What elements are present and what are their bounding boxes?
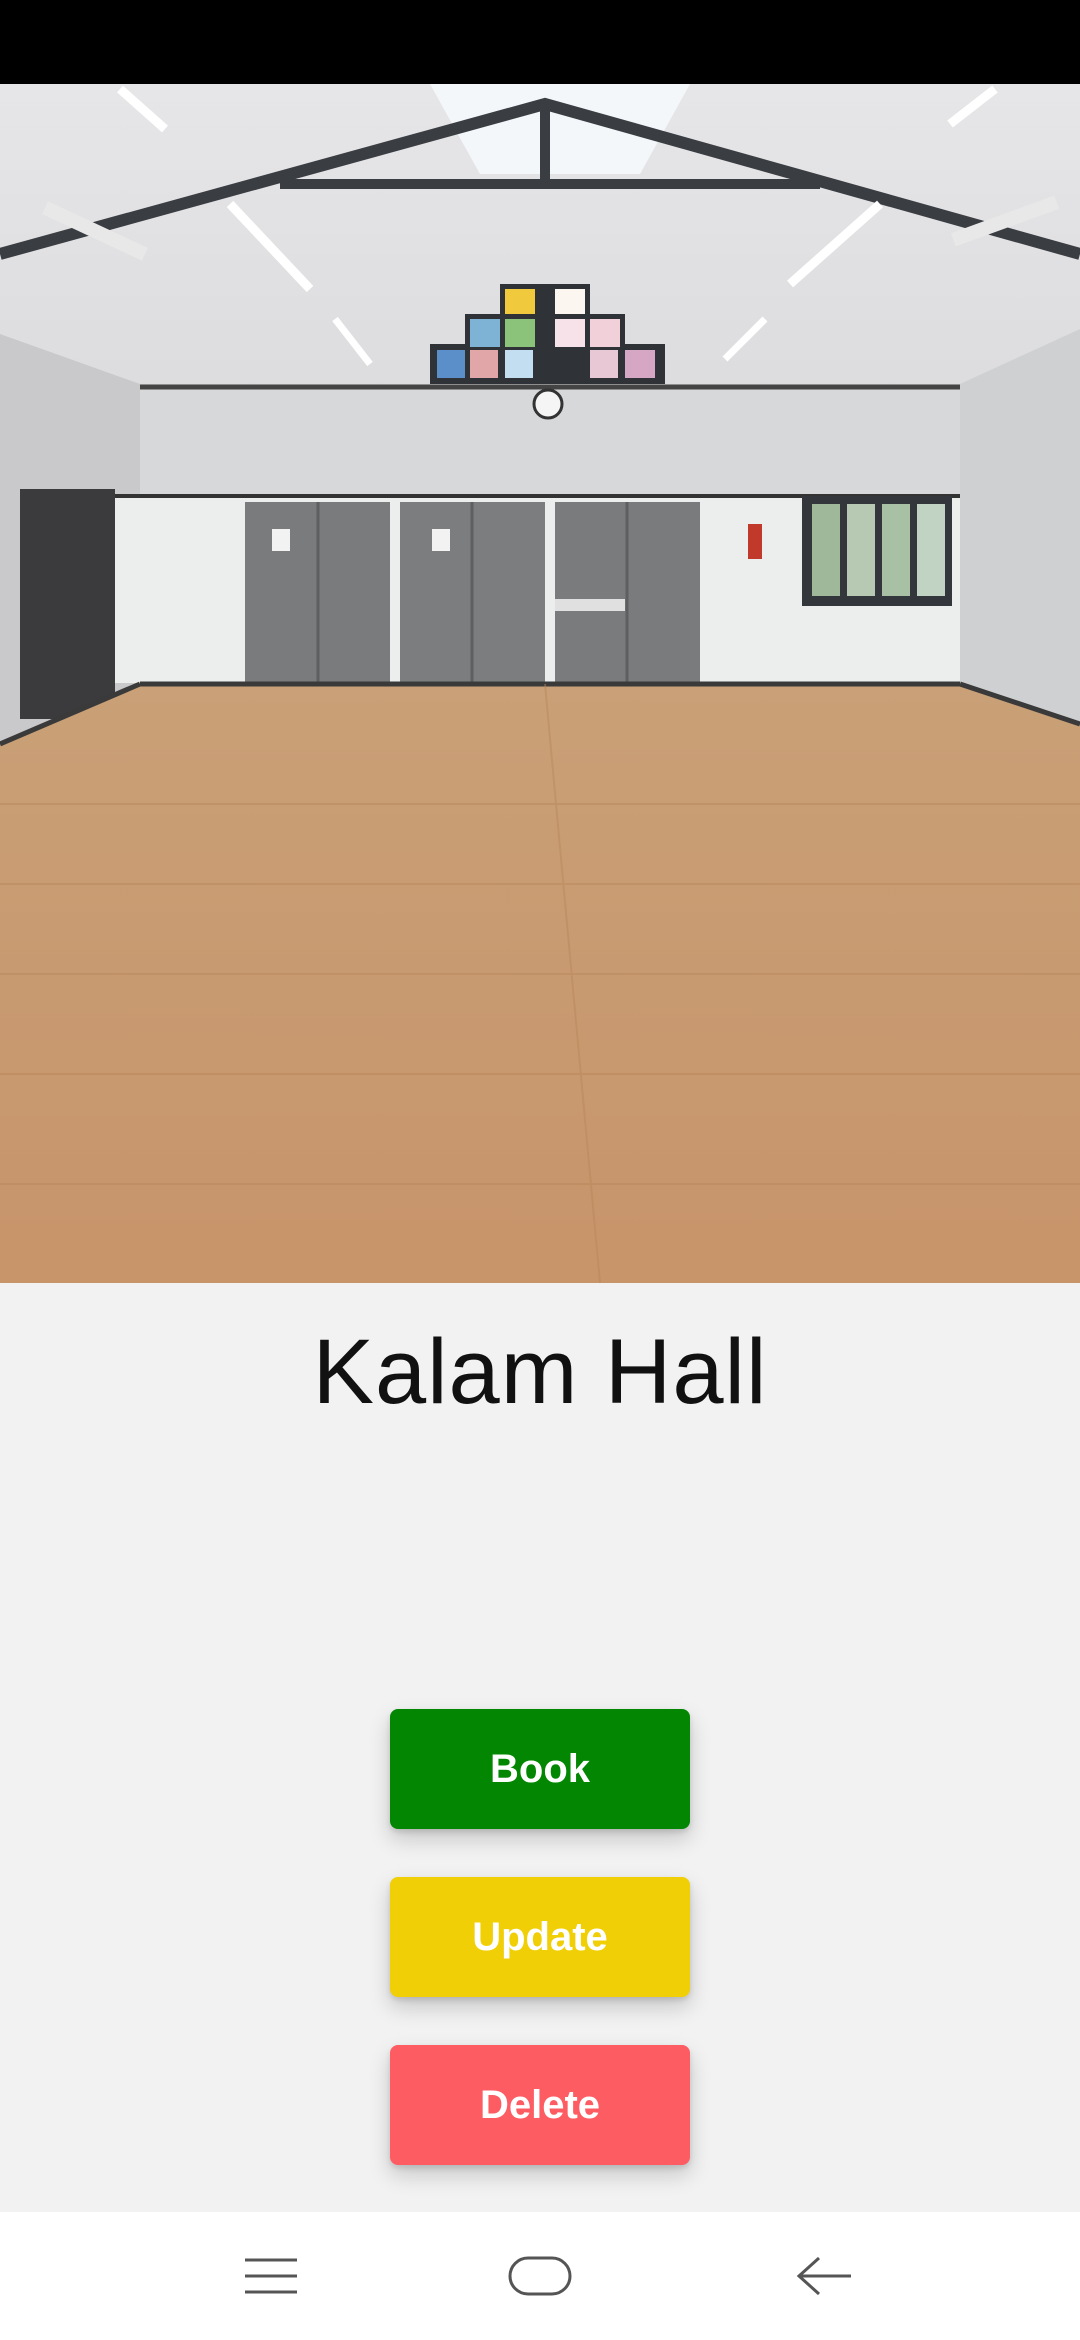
home-icon: [508, 2256, 572, 2296]
home-button[interactable]: [480, 2236, 600, 2316]
back-icon: [796, 2256, 851, 2296]
navigation-bar: [0, 2212, 1080, 2340]
hall-name: Kalam Hall: [312, 1321, 768, 1423]
status-bar: [0, 0, 1080, 84]
back-button[interactable]: [765, 2236, 885, 2316]
update-button[interactable]: Update: [390, 1877, 690, 1997]
hall-photo: [0, 84, 1080, 1283]
menu-icon: [245, 2258, 297, 2294]
menu-button[interactable]: [211, 2236, 331, 2316]
delete-button[interactable]: Delete: [390, 2045, 690, 2165]
book-button[interactable]: Book: [390, 1709, 690, 1829]
